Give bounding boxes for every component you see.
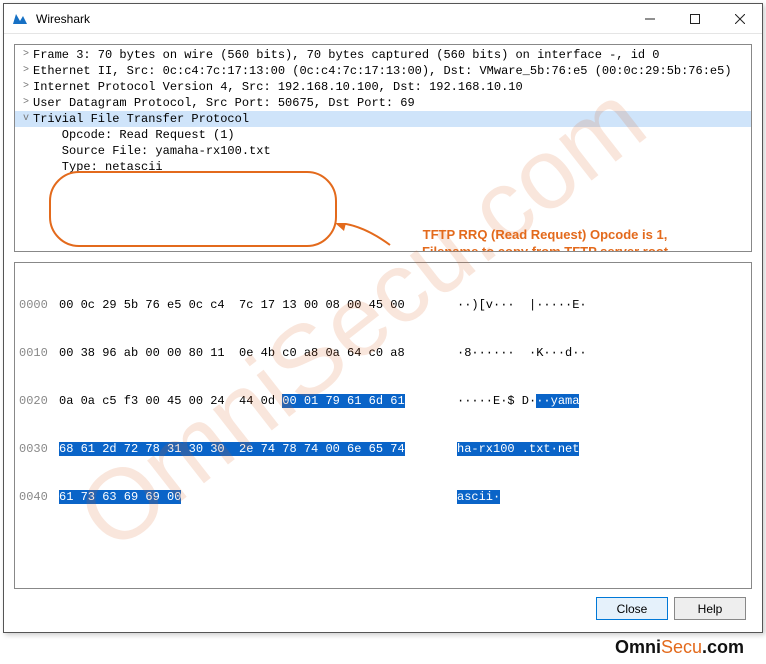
- packet-tree: >Frame 3: 70 bytes on wire (560 bits), 7…: [15, 45, 751, 177]
- hex-row[interactable]: 000000 0c 29 5b 76 e5 0c c4 7c 17 13 00 …: [19, 297, 747, 313]
- packet-details-pane[interactable]: >Frame 3: 70 bytes on wire (560 bits), 7…: [14, 44, 752, 252]
- packet-tree-row[interactable]: >Ethernet II, Src: 0c:c4:7c:17:13:00 (0c…: [15, 63, 751, 79]
- hex-row[interactable]: 003068 61 2d 72 78 31 30 30 2e 74 78 74 …: [19, 441, 747, 457]
- hex-row[interactable]: 00200a 0a c5 f3 00 45 00 24 44 0d 00 01 …: [19, 393, 747, 409]
- annotation-text: TFTP RRQ (Read Request) Opcode is 1, Fil…: [385, 227, 705, 252]
- caret-icon: [19, 143, 33, 159]
- help-button[interactable]: Help: [674, 597, 746, 620]
- packet-tree-row[interactable]: Source File: yamaha-rx100.txt: [15, 143, 751, 159]
- footer-brand: OmniSecu.com: [615, 637, 744, 658]
- caret-icon[interactable]: v: [19, 111, 33, 127]
- window-buttons: [627, 4, 762, 34]
- caret-icon[interactable]: >: [19, 47, 33, 63]
- packet-tree-row[interactable]: Opcode: Read Request (1): [15, 127, 751, 143]
- window-title: Wireshark: [36, 12, 90, 26]
- caret-icon: [19, 127, 33, 143]
- packet-tree-row[interactable]: vTrivial File Transfer Protocol: [15, 111, 751, 127]
- window: Wireshark >Frame 3: 70 bytes on wire (56…: [3, 3, 763, 633]
- titlebar: Wireshark: [4, 4, 762, 34]
- hex-row[interactable]: 004061 73 63 69 69 00ascii·: [19, 489, 747, 505]
- close-dialog-button[interactable]: Close: [596, 597, 668, 620]
- caret-icon[interactable]: >: [19, 95, 33, 111]
- annotation-arrow: [330, 223, 400, 252]
- packet-tree-row[interactable]: >Internet Protocol Version 4, Src: 192.1…: [15, 79, 751, 95]
- minimize-button[interactable]: [627, 4, 672, 34]
- close-button[interactable]: [717, 4, 762, 34]
- caret-icon: [19, 159, 33, 175]
- packet-tree-row[interactable]: >Frame 3: 70 bytes on wire (560 bits), 7…: [15, 47, 751, 63]
- caret-icon[interactable]: >: [19, 79, 33, 95]
- wireshark-icon: [12, 11, 28, 27]
- hex-dump: 000000 0c 29 5b 76 e5 0c c4 7c 17 13 00 …: [15, 263, 751, 539]
- button-bar: Close Help: [14, 589, 752, 622]
- maximize-button[interactable]: [672, 4, 717, 34]
- hex-pane[interactable]: 000000 0c 29 5b 76 e5 0c c4 7c 17 13 00 …: [14, 262, 752, 589]
- caret-icon[interactable]: >: [19, 63, 33, 79]
- packet-tree-row[interactable]: >User Datagram Protocol, Src Port: 50675…: [15, 95, 751, 111]
- packet-tree-row[interactable]: Type: netascii: [15, 159, 751, 175]
- annotation-oval: [49, 171, 337, 247]
- hex-row[interactable]: 001000 38 96 ab 00 00 80 11 0e 4b c0 a8 …: [19, 345, 747, 361]
- content: >Frame 3: 70 bytes on wire (560 bits), 7…: [4, 34, 762, 632]
